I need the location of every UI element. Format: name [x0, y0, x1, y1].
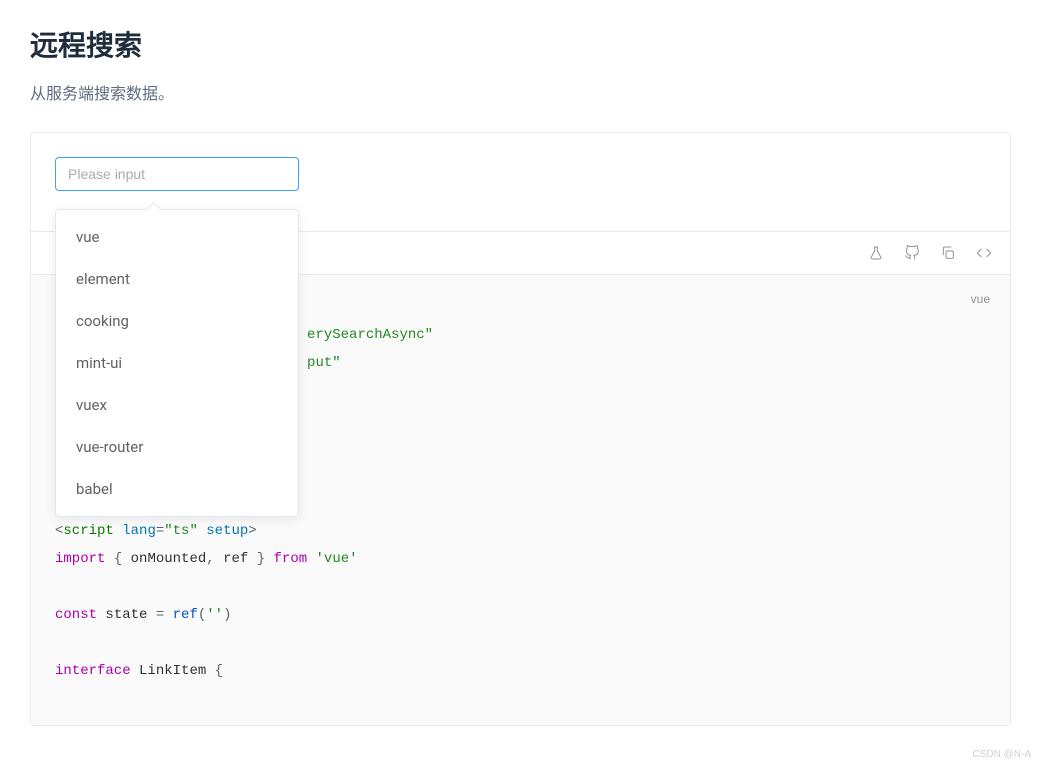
section-description: 从服务端搜索数据。 — [30, 80, 1011, 104]
watermark: CSDN @N-A — [973, 749, 1032, 760]
flask-icon[interactable] — [868, 245, 884, 261]
autocomplete-input[interactable] — [55, 157, 299, 191]
demo-container: vue element cooking mint-ui vuex vue-rou… — [30, 132, 1011, 726]
section-title: 远程搜索 — [30, 24, 1011, 64]
autocomplete-option[interactable]: vue-router — [56, 426, 298, 468]
copy-icon[interactable] — [940, 245, 956, 261]
autocomplete-option[interactable]: babel — [56, 468, 298, 510]
autocomplete-option[interactable]: cooking — [56, 300, 298, 342]
autocomplete-option[interactable]: vue — [56, 216, 298, 258]
autocomplete-option[interactable]: vuex — [56, 384, 298, 426]
code-icon[interactable] — [976, 245, 992, 261]
autocomplete-option[interactable]: element — [56, 258, 298, 300]
code-language-label: vue — [971, 285, 990, 313]
github-icon[interactable] — [904, 245, 920, 261]
autocomplete-dropdown: vue element cooking mint-ui vuex vue-rou… — [55, 209, 299, 517]
autocomplete-option[interactable]: mint-ui — [56, 342, 298, 384]
demo-preview: vue element cooking mint-ui vuex vue-rou… — [31, 133, 1010, 231]
